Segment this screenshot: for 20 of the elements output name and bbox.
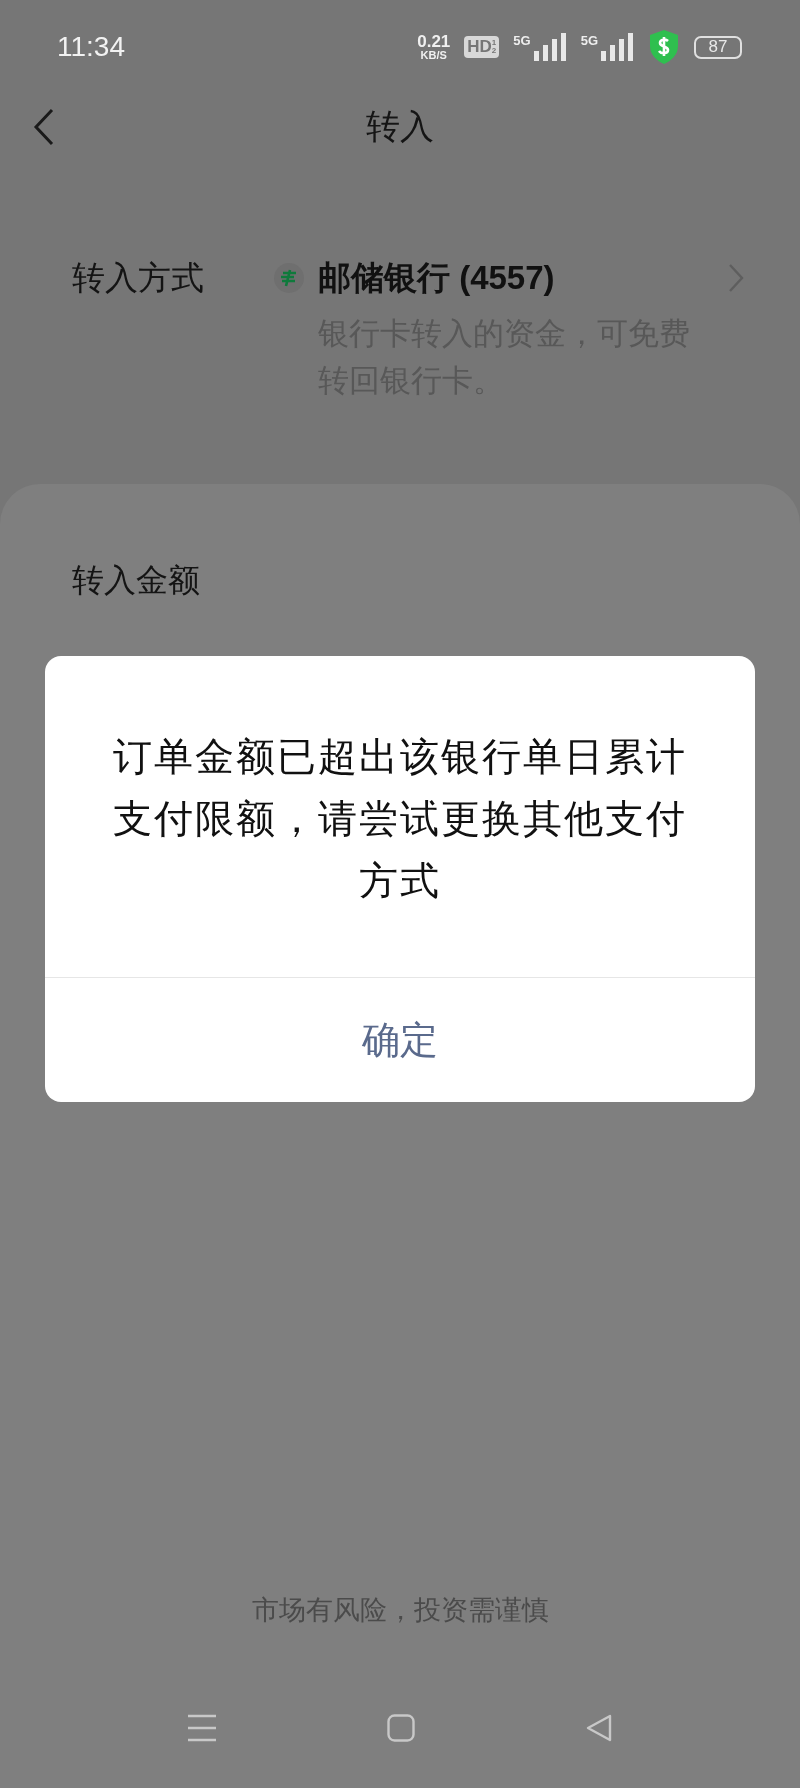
network-type: 5G <box>580 33 598 48</box>
speed-unit: KB/S <box>420 50 447 61</box>
clock-time: 11:34 <box>57 31 125 63</box>
field-label: 转入方式 <box>72 257 205 299</box>
home-icon[interactable] <box>387 1714 415 1742</box>
page-title: 转入 <box>366 105 434 148</box>
chevron-right-icon[interactable] <box>728 263 744 293</box>
network-type: 5G <box>513 33 531 48</box>
bank-logo-icon <box>274 263 304 293</box>
signal-icon <box>532 33 567 61</box>
bank-account[interactable]: 邮储银行 (4557) <box>318 255 714 301</box>
battery-indicator: 87 <box>694 35 742 59</box>
dialog-message: 订单金额已超出该银行单日累计支付限额，请尝试更换其他支付方式 <box>45 656 755 978</box>
amount-label: 转入金额 <box>71 560 201 601</box>
signal-icon <box>600 33 634 61</box>
menu-icon[interactable] <box>187 1714 217 1742</box>
shield-icon <box>648 29 680 65</box>
back-icon[interactable] <box>33 108 55 146</box>
confirm-button[interactable]: 确定 <box>45 978 755 1102</box>
network-speed: 0.21 <box>417 33 451 50</box>
